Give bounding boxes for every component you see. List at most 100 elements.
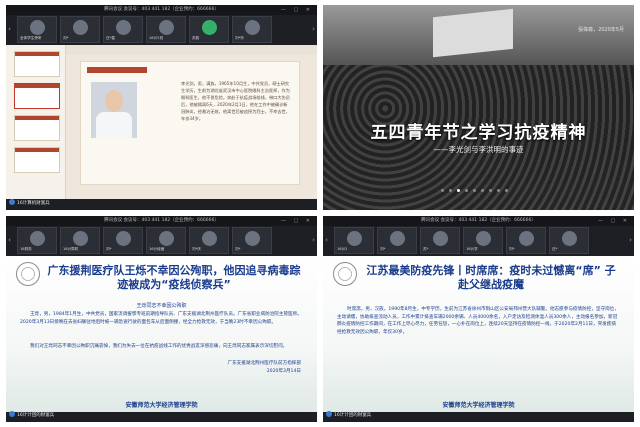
carousel-dot[interactable] — [449, 189, 452, 192]
prev-page-icon[interactable]: ‹ — [323, 234, 330, 246]
protest-banner — [433, 8, 513, 58]
slide-subtitle: ——李光剑与李洪明的事迹 — [433, 145, 524, 154]
avatar — [116, 20, 131, 35]
school-name: 安徽师范大学经济管理学院 — [442, 402, 515, 409]
meeting-title: 腾讯会议 会议号：403 441 182（企业预约：666666） — [6, 5, 317, 15]
participant-tile[interactable]: 16计学 — [463, 227, 503, 254]
avatar — [73, 20, 88, 35]
slide-thumbnails — [6, 45, 66, 199]
participant-tile[interactable]: 苏* — [420, 227, 460, 254]
doctor-photo — [91, 82, 137, 138]
participant-tile[interactable]: 16计算机 — [60, 227, 100, 254]
slide-title: 五四青年节之学习抗疫精神 — [370, 123, 587, 143]
signature-org: 广东支援湖北荆州医疗队前方指挥部 — [227, 361, 301, 366]
avatar — [562, 231, 577, 246]
shared-screen-powerpoint: 李光剑，男，满族，1965年10月生，中共党员，硕士研究生学历，生前为湖北省武汉… — [6, 45, 317, 199]
share-icon — [9, 199, 15, 205]
carousel-dot[interactable] — [505, 189, 508, 192]
carousel-dot[interactable] — [465, 189, 468, 192]
share-icon — [9, 411, 15, 417]
slide-thumbnail[interactable] — [14, 147, 60, 173]
shared-slide: 广东援荆医疗队王烁不幸因公殉职，他因追寻病毒踪迹被成为“疫线侦察兵” 王烁同志不… — [6, 256, 317, 412]
shared-slide: 江苏最美防疫先锋丨时席席：疫时未过憾离“席” 子赴父继战疫魔 时席席，男，汉族，… — [323, 256, 634, 412]
window-controls[interactable]: — ▢ ✕ — [281, 5, 313, 15]
avatar — [116, 231, 131, 246]
university-emblem-icon — [16, 262, 40, 286]
prev-page-icon[interactable]: ‹ — [6, 234, 13, 246]
carousel-dots[interactable] — [441, 189, 508, 192]
avatar — [73, 231, 88, 246]
participant-tile[interactable]: 刘* — [103, 227, 143, 254]
participant-tile[interactable]: 16计经营 — [146, 227, 186, 254]
participant-tile[interactable]: 16计2班 — [146, 16, 186, 43]
participant-tiles: 全体学生旁听 刘* 庄*嘉 16计2班 苏韵 刘*玲 — [14, 16, 317, 43]
slide-title-photo: 張偉森，2020年5月 五四青年节之学习抗疫精神 ——李光剑与李洪明的事迹 — [323, 5, 634, 210]
participant-tile[interactable]: 庄* — [549, 227, 589, 254]
slide-header-band — [87, 67, 147, 73]
participant-tile[interactable]: 刘*玲 — [232, 16, 272, 43]
slide-body-paragraph: 时席席，男，汉族，1990年8月生，中专学历，生前为江苏省徐州市铜山区公安局邳州… — [337, 307, 619, 335]
avatar — [202, 20, 217, 35]
next-page-icon[interactable]: › — [310, 23, 317, 35]
carousel-dot[interactable] — [457, 189, 460, 192]
slide-thumbnail[interactable] — [14, 115, 60, 141]
avatar — [30, 20, 45, 35]
meeting-title: 腾讯会议 会议号：403 441 182（企业预约：666666） — [6, 216, 317, 226]
meeting-window-top-left: 腾讯会议 会议号：403 441 182（企业预约：666666） — ▢ ✕ … — [6, 5, 317, 210]
slide-body-paragraph: 王烁，男，1984年1月生，中共党员，国家流调援鄂专班前期指导队员、广东支援湖北… — [20, 312, 302, 325]
avatar — [245, 231, 260, 246]
prev-page-icon[interactable]: ‹ — [6, 23, 13, 35]
avatar — [159, 20, 174, 35]
participant-tile[interactable]: 刘* — [377, 227, 417, 254]
presenter-indicator: 16计算机财富兵 — [9, 199, 50, 208]
window-controls[interactable]: — ▢ ✕ — [598, 216, 630, 226]
slide-canvas: 李光剑，男，满族，1965年10月生，中共党员，硕士研究生学历，生前为湖北省武汉… — [80, 61, 300, 185]
avatar — [202, 231, 217, 246]
slide-body-paragraph: 我们对王烁同志不幸因公殉职沉痛哀悼，我们为失去一位在抗疫战线工作的优秀战友深感悲… — [30, 344, 288, 349]
participant-tiles: 16计2 刘* 苏* 16计学 刘* 庄* — [331, 227, 634, 254]
participant-tile[interactable]: 刘* — [232, 227, 272, 254]
participant-tile[interactable]: 苏韵 — [189, 16, 229, 43]
avatar — [347, 231, 362, 246]
carousel-dot[interactable] — [481, 189, 484, 192]
next-page-icon[interactable]: › — [310, 234, 317, 246]
participant-tile[interactable]: 刘*庆 — [189, 227, 229, 254]
participant-tile[interactable]: 庄*嘉 — [103, 16, 143, 43]
presenter-indicator: 16计计团的财富兵 — [326, 411, 371, 420]
slide-title: 江苏最美防疫先锋丨时席席：疫时未过憾离“席” 子赴父继战疫魔 — [366, 264, 616, 291]
meeting-window-bottom-right: 腾讯会议 会议号：403 441 182（企业预约：666666） — ▢ ✕ … — [323, 216, 634, 422]
avatar — [30, 231, 45, 246]
meeting-title: 腾讯会议 会议号：403 441 182（企业预约：666666） — [323, 216, 634, 226]
participant-tile[interactable]: 16计2 — [334, 227, 374, 254]
slide-title: 广东援荆医疗队王烁不幸因公殉职，他因追寻病毒踪迹被成为“疫线侦察兵” — [47, 264, 301, 291]
participant-tiles: 16财务 16计算机 刘* 16计经营 刘*庆 刘* — [14, 227, 317, 254]
carousel-dot[interactable] — [441, 189, 444, 192]
avatar — [476, 231, 491, 246]
slide-thumbnail-selected[interactable] — [14, 83, 60, 109]
carousel-dot[interactable] — [497, 189, 500, 192]
carousel-dot[interactable] — [489, 189, 492, 192]
meeting-window-bottom-left: 腾讯会议 会议号：403 441 182（企业预约：666666） — ▢ ✕ … — [6, 216, 317, 422]
school-name: 安徽师范大学经济管理学院 — [125, 402, 198, 409]
slide-bio-text: 李光剑，男，满族，1965年10月生，中共党员，硕士研究生学历，生前为湖北省武汉… — [181, 81, 290, 121]
slide-date: 張偉森，2020年5月 — [578, 27, 624, 33]
slide-subheading: 王烁同志不幸因公殉职 — [136, 303, 187, 309]
university-emblem-icon — [333, 262, 357, 286]
avatar — [519, 231, 534, 246]
avatar — [433, 231, 448, 246]
next-page-icon[interactable]: › — [627, 234, 634, 246]
avatar — [245, 20, 260, 35]
avatar — [390, 231, 405, 246]
signature-date: 2020年3月14日 — [266, 369, 301, 374]
avatar — [159, 231, 174, 246]
editor-toolbar — [66, 45, 317, 55]
presenter-indicator: 16计计团的财富兵 — [9, 411, 54, 420]
participant-tile[interactable]: 刘* — [506, 227, 546, 254]
participant-tile[interactable]: 全体学生旁听 — [17, 16, 57, 43]
carousel-dot[interactable] — [473, 189, 476, 192]
window-controls[interactable]: — ▢ ✕ — [281, 216, 313, 226]
participant-tile[interactable]: 16财务 — [17, 227, 57, 254]
slide-thumbnail[interactable] — [14, 51, 60, 77]
participant-tile[interactable]: 刘* — [60, 16, 100, 43]
share-icon — [326, 411, 332, 417]
